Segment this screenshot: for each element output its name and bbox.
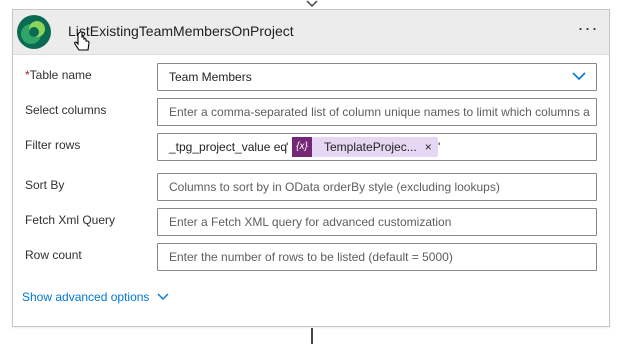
table-name-label: *Table name [25,63,92,93]
filter-rows-label: Filter rows [25,138,81,152]
select-columns-input[interactable]: Enter a comma-separated list of column u… [157,98,597,126]
table-name-row: *Table name Team Members [13,63,609,93]
advanced-options-label: Show advanced options [22,290,150,304]
hand-cursor-icon [74,32,90,51]
action-card: ListExistingTeamMembersOnProject ··· *Ta… [12,9,610,327]
select-columns-row: Select columns Enter a comma-separated l… [13,98,609,128]
filter-prefix: _tpg_project_value eq [169,140,288,154]
sort-by-label: Sort By [25,178,65,192]
row-count-row: Row count Enter the number of rows to be… [13,243,609,273]
filter-rows-row: Filter rows _tpg_project_value eq ' {x} … [13,133,609,163]
dynamic-content-token[interactable]: {x} TemplateProjec... × [292,137,438,157]
chevron-down-icon [157,293,169,300]
table-name-value: Team Members [169,70,252,84]
more-options-button[interactable]: ··· [575,19,601,42]
dataverse-icon [17,15,51,49]
filter-rows-input[interactable]: _tpg_project_value eq ' {x} TemplateProj… [157,133,597,161]
select-columns-label: Select columns [25,103,107,117]
action-title[interactable]: ListExistingTeamMembersOnProject [68,23,294,39]
sort-by-row: Sort By Columns to sort by in OData orde… [13,173,609,203]
show-advanced-options-link[interactable]: Show advanced options [22,290,169,304]
remove-token-icon[interactable]: × [425,134,438,160]
row-count-input[interactable]: Enter the number of rows to be listed (d… [157,243,597,271]
fetch-xml-label: Fetch Xml Query [25,213,116,227]
table-name-label-text: Table name [29,68,92,82]
open-quote: ' [286,140,289,154]
chevron-down-icon[interactable] [572,71,586,81]
action-card-header[interactable]: ListExistingTeamMembersOnProject ··· [13,10,609,55]
close-quote: ' [438,140,441,154]
fetch-xml-input[interactable]: Enter a Fetch XML query for advanced cus… [157,208,597,236]
expression-icon: {x} [292,137,312,157]
fetch-xml-row: Fetch Xml Query Enter a Fetch XML query … [13,208,609,238]
row-count-label: Row count [25,248,82,262]
table-name-dropdown[interactable]: Team Members [157,63,597,91]
flow-connector-line [311,328,313,344]
sort-by-input[interactable]: Columns to sort by in OData orderBy styl… [157,173,597,201]
token-label: TemplateProjec... [324,140,417,154]
flow-arrow-icon [306,0,318,8]
